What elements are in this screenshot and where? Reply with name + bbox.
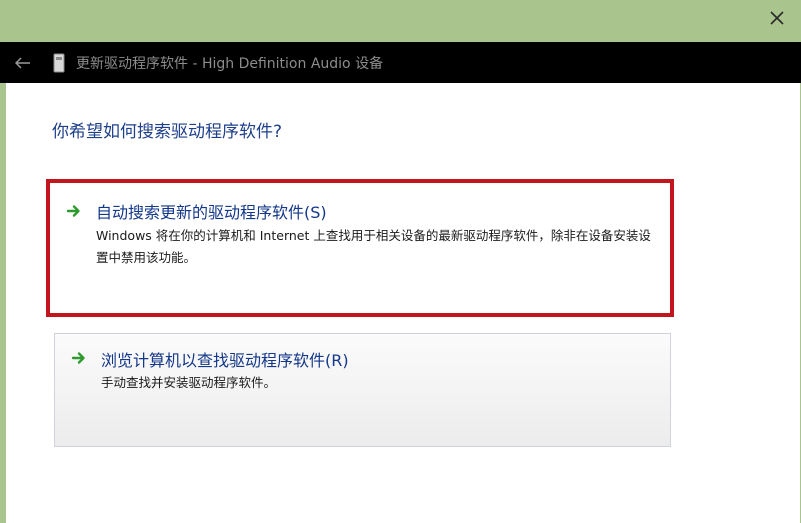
auto-search-title: 自动搜索更新的驱动程序软件(S) bbox=[96, 203, 327, 222]
close-button[interactable] bbox=[761, 4, 793, 32]
browse-computer-option[interactable]: 浏览计算机以查找驱动程序软件(R) 手动查找并安装驱动程序软件。 bbox=[54, 333, 671, 447]
window-title: 更新驱动程序软件 - High Definition Audio 设备 bbox=[76, 55, 384, 72]
back-arrow-icon bbox=[15, 56, 30, 69]
wizard-content: 你希望如何搜索驱动程序软件? 自动搜索更新的驱动程序软件(S) Windows … bbox=[6, 83, 800, 523]
green-arrow-icon bbox=[66, 205, 80, 217]
green-arrow-icon bbox=[71, 352, 85, 364]
window-titlebar bbox=[0, 0, 801, 42]
device-icon bbox=[53, 53, 65, 72]
auto-search-description: Windows 将在你的计算机和 Internet 上查找用于相关设备的最新驱动… bbox=[96, 228, 651, 265]
browse-computer-title: 浏览计算机以查找驱动程序软件(R) bbox=[101, 351, 349, 370]
back-button[interactable] bbox=[8, 48, 38, 78]
wizard-header: 更新驱动程序软件 - High Definition Audio 设备 bbox=[0, 42, 801, 83]
auto-search-option[interactable]: 自动搜索更新的驱动程序软件(S) Windows 将在你的计算机和 Intern… bbox=[46, 179, 674, 317]
close-icon bbox=[770, 11, 784, 25]
page-question: 你希望如何搜索驱动程序软件? bbox=[52, 122, 283, 142]
browse-computer-description: 手动查找并安装驱动程序软件。 bbox=[101, 375, 277, 390]
